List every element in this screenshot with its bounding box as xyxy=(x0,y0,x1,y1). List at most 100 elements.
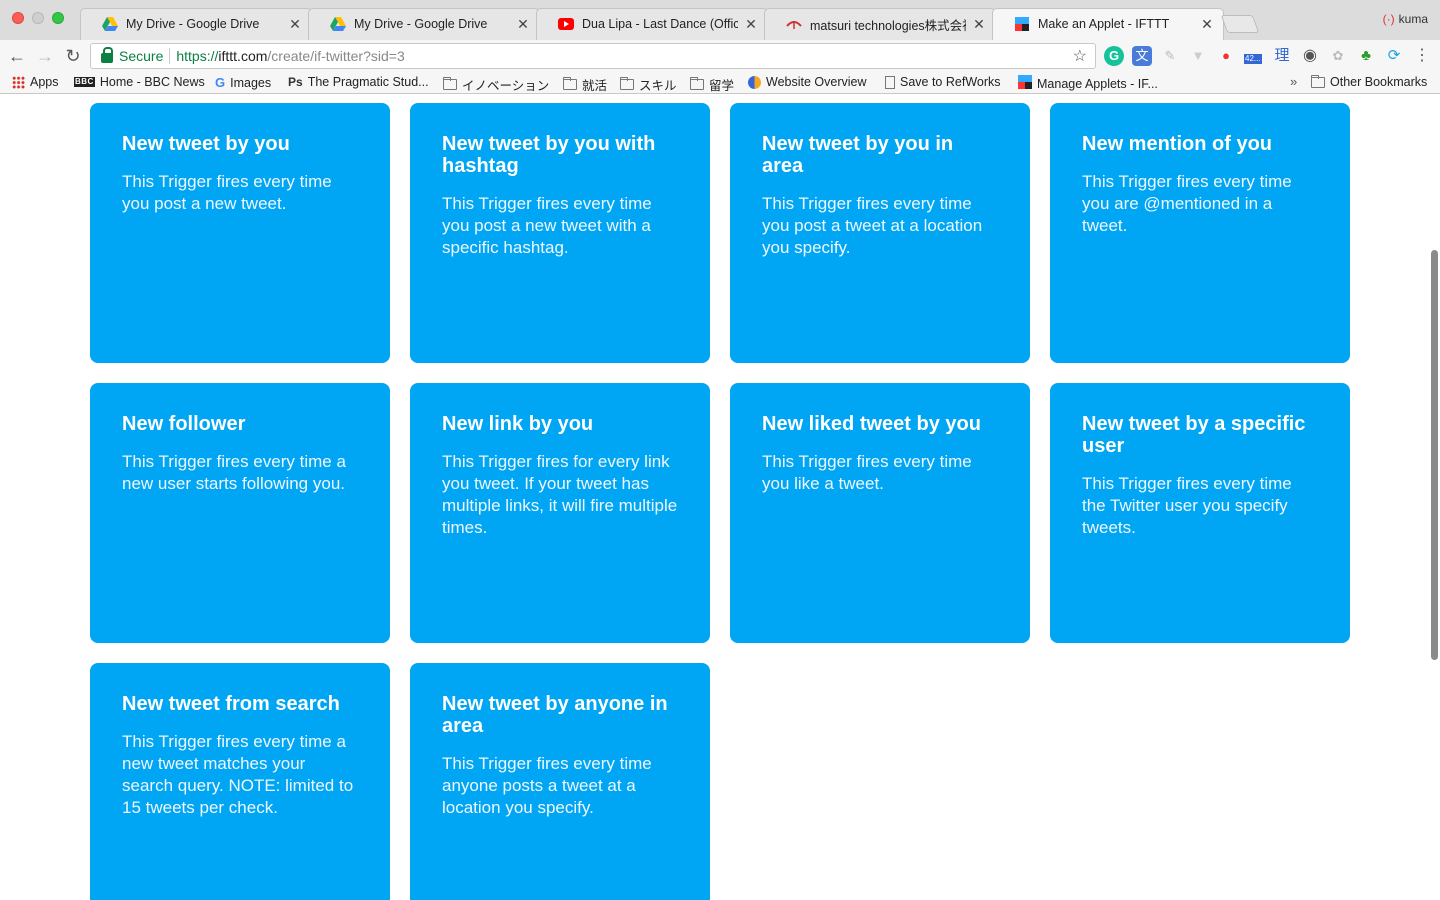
google-icon: G xyxy=(215,75,226,90)
colorful-extension-icon[interactable]: ● xyxy=(1216,46,1236,66)
browser-tab[interactable]: matsuri technologies株式会社 ✕ xyxy=(764,8,996,40)
tab-title: Dua Lipa - Last Dance (Official xyxy=(582,17,738,31)
folder-icon xyxy=(1311,74,1325,88)
bookmark-label: Manage Applets - IF... xyxy=(1037,76,1158,91)
tab-title: Make an Applet - IFTTT xyxy=(1038,17,1170,31)
browser-tab[interactable]: My Drive - Google Drive ✕ xyxy=(80,8,312,40)
trigger-card[interactable]: New tweet by a specific user This Trigge… xyxy=(1050,383,1350,643)
sync-extension-icon[interactable]: ⟳ xyxy=(1384,46,1404,66)
trigger-card[interactable]: New tweet by you This Trigger fires ever… xyxy=(90,103,390,363)
close-tab-icon[interactable]: ✕ xyxy=(1200,16,1214,33)
trigger-title: New follower xyxy=(122,413,246,435)
trigger-title: New tweet from search xyxy=(122,693,340,715)
close-tab-icon[interactable]: ✕ xyxy=(744,16,758,33)
trigger-title: New tweet by you xyxy=(122,133,290,155)
bookmark-website-overview[interactable]: Website Overview xyxy=(748,75,867,89)
bookmark-label: 留学 xyxy=(709,79,735,93)
fullscreen-window-button[interactable] xyxy=(52,12,64,24)
reload-icon[interactable]: ↻ xyxy=(62,45,84,67)
trigger-title: New tweet by you with hashtag xyxy=(442,133,656,177)
bookmark-pragmatic[interactable]: Ps The Pragmatic Stud... xyxy=(288,75,429,89)
tab-title: matsuri technologies株式会社 xyxy=(810,18,966,33)
bookmark-apps[interactable]: Apps xyxy=(12,75,59,89)
pocket-icon[interactable]: ▼ xyxy=(1188,46,1208,66)
lock-icon xyxy=(101,47,113,63)
dictionary-extension-icon[interactable]: 理 xyxy=(1272,46,1292,66)
google-drive-icon xyxy=(330,16,346,32)
apps-grid-icon xyxy=(12,75,25,89)
trigger-card[interactable]: New link by you This Trigger fires for e… xyxy=(410,383,710,643)
trigger-card[interactable]: New mention of you This Trigger fires ev… xyxy=(1050,103,1350,363)
bookmark-folder-ryugaku[interactable]: 留学 xyxy=(690,75,734,94)
record-extension-icon[interactable]: ◉ xyxy=(1300,46,1320,66)
scrollbar-thumb[interactable] xyxy=(1431,250,1438,660)
trigger-title: New liked tweet by you xyxy=(762,413,981,435)
browser-tab[interactable]: Dua Lipa - Last Dance (Official ✕ xyxy=(536,8,768,40)
tab-title: My Drive - Google Drive xyxy=(354,17,488,31)
bookmark-folder-shukatsu[interactable]: 就活 xyxy=(563,75,607,94)
trigger-description: This Trigger fires every time the Twitte… xyxy=(1082,474,1292,537)
profile-button[interactable]: (·) kuma xyxy=(1383,12,1428,26)
matsuri-icon xyxy=(786,16,802,32)
tree-extension-icon[interactable]: ♣ xyxy=(1356,46,1376,66)
url-path: /create/if-twitter?sid=3 xyxy=(267,48,405,64)
bookmark-refworks[interactable]: Save to RefWorks xyxy=(885,75,1001,89)
browser-tab-active[interactable]: Make an Applet - IFTTT ✕ xyxy=(992,8,1224,40)
bookmark-folder-innovation[interactable]: イノベーション xyxy=(443,75,549,94)
bookmark-star-icon[interactable]: ☆ xyxy=(1073,46,1087,66)
trigger-title: New tweet by a specific user xyxy=(1082,413,1306,457)
folder-icon xyxy=(690,77,704,90)
translate-icon[interactable]: 文 xyxy=(1132,46,1152,66)
folder-icon xyxy=(443,77,457,90)
close-tab-icon[interactable]: ✕ xyxy=(972,16,986,33)
trigger-card[interactable]: New tweet by you with hashtag This Trigg… xyxy=(410,103,710,363)
secure-label: Secure xyxy=(119,48,164,64)
bookmarks-overflow-icon[interactable]: » xyxy=(1290,74,1297,89)
page-icon xyxy=(885,75,895,89)
ifttt-icon xyxy=(1018,75,1032,92)
profile-icon: (·) xyxy=(1382,12,1395,26)
bookmark-manage-applets[interactable]: Manage Applets - IF... xyxy=(1018,75,1158,92)
trigger-description: This Trigger fires every time a new twee… xyxy=(122,732,354,817)
close-tab-icon[interactable]: ✕ xyxy=(288,16,302,33)
trigger-description: This Trigger fires every time anyone pos… xyxy=(442,754,652,817)
bookmark-bbc[interactable]: BBC Home - BBC News xyxy=(74,75,205,89)
bookmark-label: イノベーション xyxy=(462,79,550,93)
new-tab-button[interactable] xyxy=(1220,15,1260,33)
trigger-description: This Trigger fires every time you like a… xyxy=(762,452,972,493)
paw-extension-icon[interactable]: ✿ xyxy=(1328,46,1348,66)
bookmarks-bar: Apps BBC Home - BBC News G Images Ps The… xyxy=(0,72,1440,94)
browser-tab[interactable]: My Drive - Google Drive ✕ xyxy=(308,8,540,40)
trigger-title: New tweet by you in area xyxy=(762,133,954,177)
bookmark-label: Save to RefWorks xyxy=(900,75,1001,89)
trigger-card[interactable]: New tweet by anyone in area This Trigger… xyxy=(410,663,710,900)
bookmark-label: Home - BBC News xyxy=(99,75,205,89)
bookmark-images[interactable]: G Images xyxy=(215,75,271,90)
close-window-button[interactable] xyxy=(12,12,24,24)
trigger-card[interactable]: New tweet from search This Trigger fires… xyxy=(90,663,390,900)
trigger-title: New tweet by anyone in area xyxy=(442,693,668,737)
address-bar[interactable]: Secure https:// ifttt.com /create/if-twi… xyxy=(90,43,1096,69)
back-icon[interactable]: ← xyxy=(6,45,28,67)
trigger-title: New link by you xyxy=(442,413,594,435)
extension-icons: G 文 ✎ ▼ ● 42... 理 ◉ ✿ ♣ ⟳ xyxy=(1104,46,1404,66)
forward-icon[interactable]: → xyxy=(34,45,56,67)
browser-menu-icon[interactable]: ⋮ xyxy=(1414,44,1430,68)
close-tab-icon[interactable]: ✕ xyxy=(516,16,530,33)
bookmark-label: 就活 xyxy=(582,79,608,93)
bbc-icon: BBC xyxy=(74,77,95,87)
eyedropper-icon[interactable]: ✎ xyxy=(1160,46,1180,66)
bookmark-folder-skill[interactable]: スキル xyxy=(620,75,677,94)
minimize-window-button[interactable] xyxy=(32,12,44,24)
badge-extension-icon[interactable]: 42... xyxy=(1244,46,1264,66)
bookmark-label: The Pragmatic Stud... xyxy=(307,75,429,89)
grammarly-icon[interactable]: G xyxy=(1104,46,1124,66)
trigger-description: This Trigger fires every time you are @m… xyxy=(1082,172,1292,235)
trigger-description: This Trigger fires every time you post a… xyxy=(442,194,652,257)
bookmark-label: Images xyxy=(230,75,272,90)
address-separator xyxy=(169,48,171,64)
trigger-card[interactable]: New follower This Trigger fires every ti… xyxy=(90,383,390,643)
trigger-card[interactable]: New tweet by you in area This Trigger fi… xyxy=(730,103,1030,363)
trigger-card[interactable]: New liked tweet by you This Trigger fire… xyxy=(730,383,1030,643)
bookmark-other-bookmarks[interactable]: Other Bookmarks xyxy=(1311,74,1427,89)
